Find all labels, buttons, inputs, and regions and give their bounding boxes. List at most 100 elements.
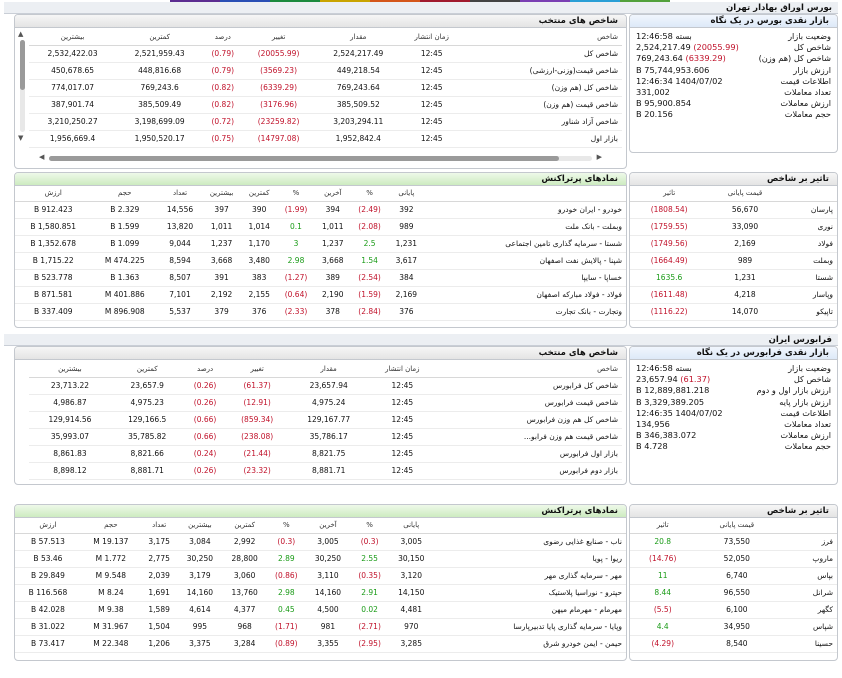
table-row[interactable]: شاخص آزاد شناور 12:45 3,203,294.11 (23259.8… [29, 113, 622, 131]
symbol-name[interactable]: وبملت [781, 252, 837, 270]
scroll-up-icon[interactable]: ▲ [18, 30, 23, 38]
symbol-name[interactable]: حیمن - ایمن خودرو شرق [433, 635, 626, 653]
column-header[interactable]: % [277, 186, 315, 202]
table-row[interactable]: کگهر 6,100 (5.5) [630, 601, 837, 619]
table-row[interactable]: بازار دوم فرابورس 12:45 8,881.71 (23.32) (0.… [29, 462, 622, 480]
symbol-name[interactable]: ماروپ [778, 550, 837, 568]
table-row[interactable]: مهر - سرمایه گذاری مهر 3,120 (0.35) 3,110 (0… [15, 567, 626, 585]
symbol-name[interactable]: حپترو - نوراسیا پلاستیک [433, 584, 626, 602]
table-row[interactable]: شاخص کل فرابورس 12:45 23,657.94 (61.37) (0.2… [29, 377, 622, 395]
column-header[interactable]: بیشترین [29, 30, 117, 46]
column-header[interactable]: آخرین [305, 518, 351, 534]
column-header[interactable]: مقدار [314, 30, 402, 46]
table-row[interactable]: مهرمام - مهرمام میهن 4,481 0.02 4,500 0.45 4,… [15, 601, 626, 619]
column-header[interactable]: کمترین [241, 186, 278, 202]
symbol-name[interactable]: بپاس [778, 567, 837, 585]
table-row[interactable]: شپاس 34,950 4.4 [630, 618, 837, 636]
table-row[interactable]: فرز 73,550 20.8 [630, 533, 837, 551]
column-header[interactable]: کمترین [116, 30, 204, 46]
symbol-name[interactable]: ریوا - پویا [433, 550, 626, 568]
table-row[interactable]: شاخص قیمت(وزنی-ارزشی) 12:45 449,218.54 (356… [29, 62, 622, 80]
table-row[interactable]: فولاد 2,169 (1749.56) [630, 235, 837, 253]
column-header[interactable]: ارزش [15, 518, 81, 534]
column-header[interactable] [781, 186, 837, 202]
column-header[interactable]: تاثیر [630, 186, 709, 202]
column-header[interactable]: بیشترین [201, 186, 242, 202]
column-header[interactable] [424, 186, 626, 202]
scroll-down-icon[interactable]: ▼ [18, 134, 23, 142]
symbol-name[interactable]: تاپیکو [781, 303, 837, 321]
column-header[interactable]: تغییر [242, 30, 315, 46]
column-header[interactable]: تعداد [140, 518, 178, 534]
table-row[interactable]: وپاسار 4,218 (1611.48) [630, 286, 837, 304]
table-row[interactable]: شاخص قیمت هم وزن فرابو... 12:45 35,786.17(… [29, 428, 622, 446]
table-row[interactable]: شرانل 96,550 8.44 [630, 584, 837, 602]
symbol-name[interactable]: مهر - سرمایه گذاری مهر [433, 567, 626, 585]
symbol-name[interactable]: فرز [778, 533, 837, 551]
column-header[interactable]: حجم [80, 518, 141, 534]
table-row[interactable]: خساپا - سایپا 384 (2.54) 389 (1.27) 383 391 8,5… [15, 269, 626, 287]
symbol-name[interactable]: ناب - صنایع غذایی رضوی [433, 533, 626, 551]
symbol-name[interactable]: شستا [781, 269, 837, 287]
table-row[interactable]: حسینا 8,540 (4.29) [630, 635, 837, 653]
table-row[interactable]: خودرو - ایران خودرو 392 (2.49) 394 (1.99) 390… [15, 201, 626, 219]
symbol-name[interactable]: خودرو - ایران خودرو [424, 201, 626, 219]
table-row[interactable]: وتجارت - بانک تجارت 376 (2.84) 378 (2.33) 376… [15, 303, 626, 321]
table-row[interactable]: تاپیکو 14,070 (1116.22) [630, 303, 837, 321]
symbol-name[interactable]: خساپا - سایپا [424, 269, 626, 287]
symbol-name[interactable]: شرانل [778, 584, 837, 602]
table-row[interactable]: ناب - صنایع غذایی رضوی 3,005 (0.3) 3,005 (0.… [15, 533, 626, 551]
table-row[interactable]: وپایا - سرمایه گذاری پایا تدبیرپارسا 970(… [15, 618, 626, 636]
column-header[interactable]: شاخص [461, 30, 622, 46]
column-header[interactable]: تاثیر [630, 518, 696, 534]
table-row[interactable]: شاخص کل (هم وزن) 12:45 769,243.64 (6339.29)… [29, 79, 622, 97]
table-row[interactable]: فولاد - فولاد مبارکه اصفهان 2,169 (1.59) 2,… [15, 286, 626, 304]
column-header[interactable]: % [267, 518, 306, 534]
column-header[interactable]: % [350, 518, 389, 534]
table-row[interactable]: شاخص قیمت فرابورس 12:45 4,975.24 (12.91) (0.… [29, 394, 622, 412]
column-header[interactable]: قیمت پایانی [708, 186, 782, 202]
scroll-left-icon[interactable]: ◀ [39, 153, 44, 161]
symbol-name[interactable]: فولاد - فولاد مبارکه اصفهان [424, 286, 626, 304]
column-header[interactable]: پایانی [388, 186, 425, 202]
table-row[interactable]: بازار اول 12:45 1,952,842.4 (14797.08) (0.75… [29, 130, 622, 148]
table-row[interactable]: شستا - سرمایه گذاری تامین اجتماعی 1,231 2.… [15, 235, 626, 253]
column-header[interactable]: بیشترین [177, 518, 223, 534]
symbol-name[interactable]: وتجارت - بانک تجارت [424, 303, 626, 321]
symbol-name[interactable]: شپنا - پالایش نفت اصفهان [424, 252, 626, 270]
column-header[interactable]: آخرین [314, 186, 351, 202]
table-row[interactable]: حیمن - ایمن خودرو شرق 3,285 (2.95) 3,355 (0.… [15, 635, 626, 653]
table-row[interactable]: ماروپ 52,050 (14.76) [630, 550, 837, 568]
table-row[interactable]: شپنا - پالایش نفت اصفهان 3,617 1.54 3,668 2.… [15, 252, 626, 270]
symbol-name[interactable]: شپاس [778, 618, 837, 636]
symbol-name[interactable]: پارسان [781, 201, 837, 219]
table-row[interactable]: پارسان 56,670 (1808.54) [630, 201, 837, 219]
table-row[interactable]: شاخص کل هم وزن فرابورس 12:45 129,167.77 (85… [29, 411, 622, 429]
column-header[interactable]: زمان انتشار [369, 362, 436, 378]
column-header[interactable]: مقدار [287, 362, 370, 378]
column-header[interactable]: درصد [183, 362, 227, 378]
column-header[interactable]: ارزش [15, 186, 92, 202]
column-header[interactable]: پایانی [388, 518, 434, 534]
vertical-scrollbar[interactable]: ▲ ▼ [17, 30, 27, 142]
scroll-right-icon[interactable]: ▶ [597, 153, 602, 161]
column-header[interactable]: شاخص [435, 362, 622, 378]
symbol-name[interactable]: وپاسار [781, 286, 837, 304]
column-header[interactable]: % [350, 186, 389, 202]
column-header[interactable] [433, 518, 626, 534]
table-row[interactable]: شاخص کل 12:45 2,524,217.49 (20055.99) (0.79)… [29, 45, 622, 63]
column-header[interactable]: تغییر [226, 362, 288, 378]
table-row[interactable]: ریوا - پویا 30,150 2.55 30,250 2.89 28,800 30,… [15, 550, 626, 568]
symbol-name[interactable]: حسینا [778, 635, 837, 653]
column-header[interactable]: بیشترین [29, 362, 111, 378]
column-header[interactable]: کمترین [222, 518, 268, 534]
horizontal-scrollbar[interactable]: ◀ ▶ [39, 153, 602, 162]
column-header[interactable]: کمترین [110, 362, 184, 378]
table-row[interactable]: بپاس 6,740 11 [630, 567, 837, 585]
table-row[interactable]: شستا 1,231 1635.6 [630, 269, 837, 287]
table-row[interactable]: شاخص قیمت (هم وزن) 12:45 385,509.52 (3176.9… [29, 96, 622, 114]
symbol-name[interactable]: کگهر [778, 601, 837, 619]
symbol-name[interactable]: وپایا - سرمایه گذاری پایا تدبیرپارسا [433, 618, 626, 636]
column-header[interactable]: حجم [91, 186, 159, 202]
column-header[interactable]: قیمت پایانی [695, 518, 779, 534]
